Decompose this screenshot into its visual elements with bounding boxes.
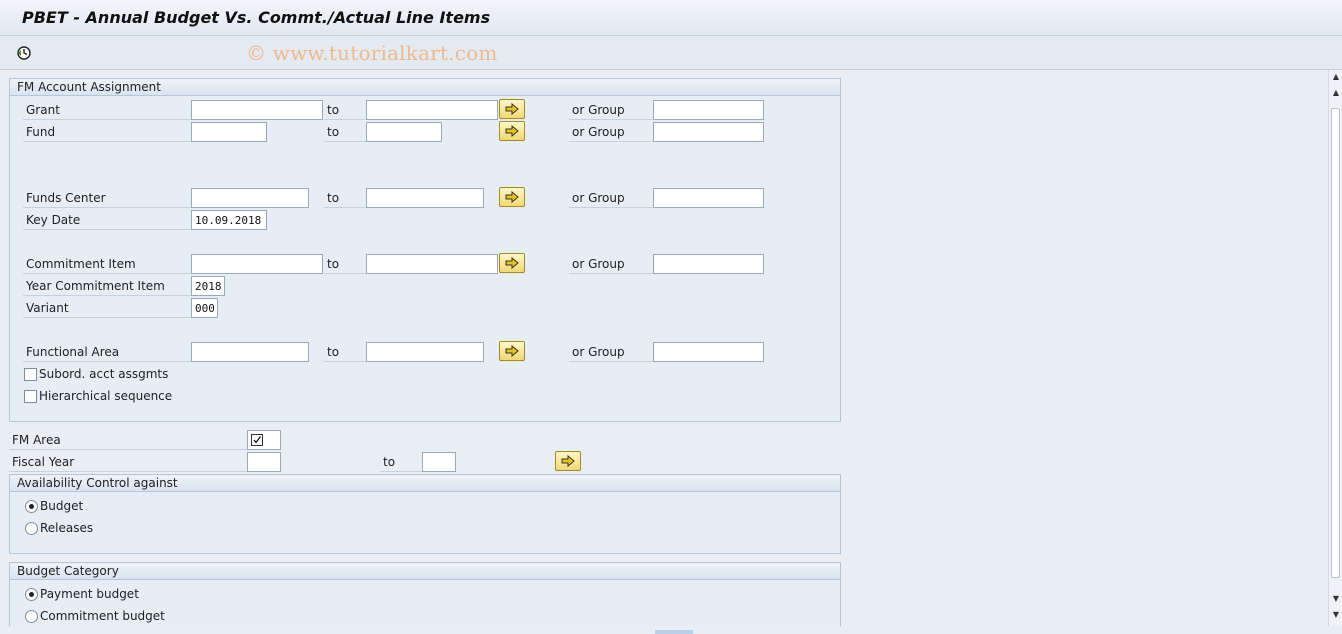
hierarchical-sequence-label: Hierarchical sequence: [39, 389, 173, 403]
arrow-right-icon: [505, 191, 519, 203]
fiscal-year-to-label: to: [380, 452, 422, 472]
functional-area-multiple-selection-button[interactable]: [499, 341, 525, 361]
commitment-item-label: Commitment Item: [23, 254, 191, 274]
year-commitment-item-input[interactable]: [191, 276, 225, 296]
fiscal-year-multiple-selection-button[interactable]: [555, 451, 581, 471]
required-entry-icon: [251, 434, 263, 446]
scroll-top-icon[interactable]: ▲: [1331, 72, 1341, 82]
vertical-scrollbar[interactable]: ▲ ▲ ▼ ▼: [1328, 70, 1342, 626]
group-header: FM Account Assignment: [10, 79, 840, 96]
commitment-item-from-input[interactable]: [191, 254, 323, 274]
grant-label: Grant: [23, 100, 191, 120]
fund-multiple-selection-button[interactable]: [499, 121, 525, 141]
execute-clock-icon: [17, 46, 31, 60]
fund-from-input[interactable]: [191, 122, 267, 142]
funds-center-from-input[interactable]: [191, 188, 309, 208]
execute-button[interactable]: [14, 43, 34, 63]
fiscal-year-to-input[interactable]: [422, 452, 456, 472]
fund-to-input[interactable]: [366, 122, 442, 142]
variant-input[interactable]: [191, 298, 218, 318]
funds-center-to-label: to: [324, 188, 366, 208]
commitment-item-multiple-selection-button[interactable]: [499, 253, 525, 273]
arrow-right-icon: [505, 103, 519, 115]
releases-radio[interactable]: [25, 522, 38, 535]
variant-label: Variant: [23, 298, 191, 318]
key-date-label: Key Date: [23, 210, 191, 230]
fund-group-input[interactable]: [653, 122, 764, 142]
title-bar: PBET - Annual Budget Vs. Commt./Actual L…: [0, 0, 1342, 36]
grant-to-input[interactable]: [366, 100, 498, 120]
subord-acct-assgmts-checkbox[interactable]: [24, 368, 37, 381]
commitment-item-or-group-label: or Group: [569, 254, 653, 274]
grant-multiple-selection-button[interactable]: [499, 99, 525, 119]
grant-from-input[interactable]: [191, 100, 323, 120]
functional-area-to-input[interactable]: [366, 342, 484, 362]
grant-or-group-label: or Group: [569, 100, 653, 120]
arrow-right-icon: [505, 125, 519, 137]
scroll-up-icon[interactable]: ▲: [1331, 88, 1341, 98]
functional-area-or-group-label: or Group: [569, 342, 653, 362]
funds-center-or-group-label: or Group: [569, 188, 653, 208]
year-commitment-item-label: Year Commitment Item: [23, 276, 191, 296]
application-toolbar: © www.tutorialkart.com: [0, 36, 1342, 70]
budget-radio-label: Budget: [40, 499, 84, 513]
scroll-down-icon[interactable]: ▼: [1331, 594, 1341, 604]
commitment-item-to-label: to: [324, 254, 366, 274]
availability-control-group: Availability Control against: [9, 474, 841, 554]
watermark-text: © www.tutorialkart.com: [246, 41, 498, 65]
functional-area-label: Functional Area: [23, 342, 191, 362]
scroll-bottom-icon[interactable]: ▼: [1331, 610, 1341, 620]
commitment-item-to-input[interactable]: [366, 254, 498, 274]
functional-area-group-input[interactable]: [653, 342, 764, 362]
commitment-budget-radio-label: Commitment budget: [40, 609, 165, 623]
grant-to-label: to: [324, 100, 366, 120]
fm-area-input[interactable]: [247, 430, 281, 450]
functional-area-from-input[interactable]: [191, 342, 309, 362]
key-date-input[interactable]: [191, 210, 267, 230]
arrow-right-icon: [505, 257, 519, 269]
page-title: PBET - Annual Budget Vs. Commt./Actual L…: [22, 8, 491, 27]
commitment-item-group-input[interactable]: [653, 254, 764, 274]
arrow-right-icon: [561, 455, 575, 467]
commitment-budget-radio[interactable]: [25, 610, 38, 623]
hierarchical-sequence-checkbox[interactable]: [24, 390, 37, 403]
funds-center-to-input[interactable]: [366, 188, 484, 208]
fiscal-year-from-input[interactable]: [247, 452, 281, 472]
group-header: Availability Control against: [10, 475, 840, 492]
arrow-right-icon: [505, 345, 519, 357]
payment-budget-radio-label: Payment budget: [40, 587, 139, 601]
fiscal-year-label: Fiscal Year: [9, 452, 247, 472]
status-bar-tab: [655, 630, 693, 634]
group-header: Budget Category: [10, 563, 840, 580]
fund-or-group-label: or Group: [569, 122, 653, 142]
funds-center-multiple-selection-button[interactable]: [499, 187, 525, 207]
fm-area-label: FM Area: [9, 430, 247, 450]
subord-acct-assgmts-label: Subord. acct assgmts: [39, 367, 169, 381]
scrollbar-thumb[interactable]: [1331, 108, 1340, 578]
functional-area-to-label: to: [324, 342, 366, 362]
payment-budget-radio[interactable]: [25, 588, 38, 601]
funds-center-label: Funds Center: [23, 188, 191, 208]
fund-label: Fund: [23, 122, 191, 142]
status-bar: [0, 626, 1342, 634]
funds-center-group-input[interactable]: [653, 188, 764, 208]
fund-to-label: to: [324, 122, 366, 142]
grant-group-input[interactable]: [653, 100, 764, 120]
budget-radio[interactable]: [25, 500, 38, 513]
releases-radio-label: Releases: [40, 521, 94, 535]
